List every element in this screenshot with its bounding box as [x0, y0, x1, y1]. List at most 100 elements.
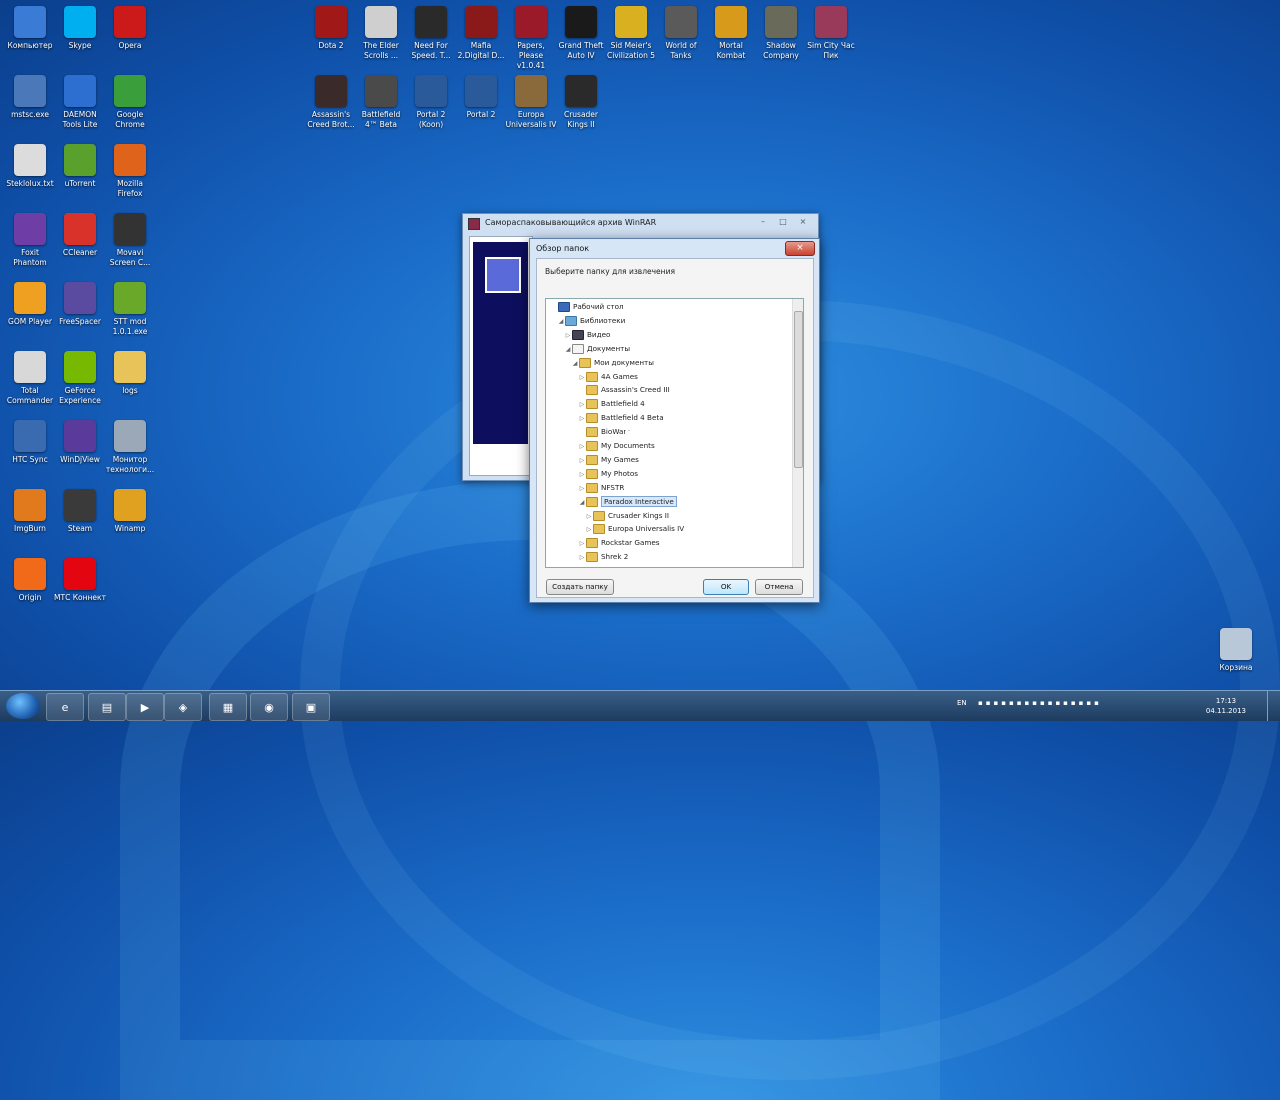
tree-item[interactable]: ◢ Мои документы — [571, 356, 654, 369]
start-button[interactable] — [6, 693, 40, 719]
desktop-icon[interactable]: STT mod 1.0.1.exe — [104, 282, 156, 337]
desktop-icon[interactable]: Mozilla Firefox — [104, 144, 156, 199]
desktop-icon[interactable]: Shadow Company — [755, 6, 807, 61]
media-player-icon[interactable]: ▶ — [126, 693, 164, 721]
show-desktop-button[interactable] — [1267, 691, 1280, 721]
dialog-close-button[interactable]: × — [785, 241, 815, 256]
desktop-icon[interactable]: Sim City Час Пик — [805, 6, 857, 61]
tree-item[interactable]: Рабочий стол — [550, 300, 624, 313]
expand-arrow-icon[interactable]: ▷ — [585, 523, 593, 536]
desktop-icon[interactable]: CCleaner — [54, 213, 106, 258]
desktop-icon[interactable]: ImgBurn — [4, 489, 56, 534]
tree-item[interactable]: ▷ My Documents — [578, 439, 655, 452]
tree-item[interactable]: Assassin's Creed III — [578, 383, 670, 396]
desktop-icon[interactable]: Movavi Screen C... — [104, 213, 156, 268]
desktop-icon[interactable]: mstsc.exe — [4, 75, 56, 120]
desktop-icon[interactable]: logs — [104, 351, 156, 396]
hdd-tool-icon[interactable]: ◈ — [164, 693, 202, 721]
desktop-icon[interactable]: Winamp — [104, 489, 156, 534]
desktop-icon[interactable]: Portal 2 (Koon) — [405, 75, 457, 130]
expand-arrow-icon[interactable]: ◢ — [564, 343, 572, 356]
expand-arrow-icon[interactable]: ▷ — [578, 551, 586, 564]
scrollbar-thumb[interactable] — [794, 311, 803, 468]
expand-arrow-icon[interactable]: ◢ — [571, 357, 579, 370]
tree-item[interactable]: ▷ Battlefield 4 Beta — [578, 411, 664, 424]
tree-item[interactable]: ▷ My Games — [578, 453, 639, 466]
tree-item[interactable]: ▷ My Photos — [578, 467, 638, 480]
desktop-icon[interactable]: World of Tanks — [655, 6, 707, 61]
desktop-icon[interactable]: Grand Theft Auto IV — [555, 6, 607, 61]
tree-item[interactable]: ▷ Europa Universalis IV — [585, 522, 684, 535]
desktop-icon[interactable]: GOM Player — [4, 282, 56, 327]
browse-folder-dialog[interactable]: Обзор папок × Выберите папку для извлече… — [529, 238, 820, 603]
desktop-icon[interactable]: DAEMON Tools Lite — [54, 75, 106, 130]
expand-arrow-icon[interactable]: ▷ — [578, 440, 586, 453]
maximize-button[interactable]: □ — [774, 216, 792, 228]
desktop-icon[interactable]: Stekloluх.txt — [4, 144, 56, 189]
tree-item[interactable]: ▷ Crusader Kings II — [585, 509, 669, 522]
language-indicator[interactable]: EN — [957, 699, 967, 707]
expand-arrow-icon[interactable]: ▷ — [585, 510, 593, 523]
desktop-icon[interactable]: Europa Universalis IV — [505, 75, 557, 130]
explorer-icon[interactable]: ▤ — [88, 693, 126, 721]
desktop-icon[interactable]: Total Commander — [4, 351, 56, 406]
tree-item[interactable]: ▷ NFSTR — [578, 481, 624, 494]
tree-item[interactable]: BioWare — [578, 425, 631, 438]
desktop-icon[interactable]: Papers, Please v1.0.41 — [505, 6, 557, 71]
folder-tree[interactable]: Рабочий стол ◢ Библиотеки ▷ Видео ◢ Документы ◢… — [545, 298, 804, 568]
expand-arrow-icon[interactable]: ▷ — [578, 454, 586, 467]
tree-item[interactable]: ▷ Battlefield 4 — [578, 397, 645, 410]
system-tray-icons[interactable]: ▪▪▪▪▪▪▪▪▪▪▪▪▪▪▪▪ — [978, 699, 1102, 707]
desktop-icon[interactable]: Монитор технологи... — [104, 420, 156, 475]
desktop-icon[interactable]: WinDjView — [54, 420, 106, 465]
ie-icon[interactable]: e — [46, 693, 84, 721]
desktop-icon[interactable]: Mortal Kombat — [705, 6, 757, 61]
desktop-icon[interactable]: uTorrent — [54, 144, 106, 189]
chrome-icon[interactable]: ◉ — [250, 693, 288, 721]
clock[interactable]: 17:13 04.11.2013 — [1206, 696, 1246, 716]
winrar-icon[interactable]: ▣ — [292, 693, 330, 721]
minimize-button[interactable]: – — [754, 216, 772, 228]
desktop-icon[interactable]: Dota 2 — [305, 6, 357, 51]
desktop-icon[interactable]: Google Chrome — [104, 75, 156, 130]
expand-arrow-icon[interactable]: ▷ — [578, 398, 586, 411]
desktop-icon[interactable]: Sid Meier's Civilization 5 — [605, 6, 657, 61]
tree-item[interactable]: ▷ Shrek 2 — [578, 550, 628, 563]
tree-scrollbar[interactable] — [792, 299, 803, 567]
desktop-icon[interactable]: FreeSpacer — [54, 282, 106, 327]
desktop-icon[interactable]: Origin — [4, 558, 56, 603]
apps-grid-icon[interactable]: ▦ — [209, 693, 247, 721]
tree-item[interactable]: ◢ Paradox Interactive — [578, 495, 677, 508]
tree-item[interactable]: ▷ Rockstar Games — [578, 536, 660, 549]
ok-button[interactable]: OK — [703, 579, 749, 595]
desktop-icon[interactable]: Assassin's Creed Brot... — [305, 75, 357, 130]
expand-arrow-icon[interactable]: ▷ — [578, 537, 586, 550]
expand-arrow-icon[interactable]: ▷ — [578, 482, 586, 495]
desktop-icon[interactable]: HTC Sync — [4, 420, 56, 465]
expand-arrow-icon[interactable]: ▷ — [564, 329, 572, 342]
tree-item[interactable]: ▷ 4A Games — [578, 370, 638, 383]
desktop-icon[interactable]: Skype — [54, 6, 106, 51]
desktop-icon[interactable]: МТС Коннект — [54, 558, 106, 603]
desktop-icon[interactable]: Mafia 2.Digital D... — [455, 6, 507, 61]
close-button[interactable]: × — [794, 216, 812, 228]
expand-arrow-icon[interactable]: ◢ — [557, 315, 565, 328]
expand-arrow-icon[interactable]: ▷ — [578, 468, 586, 481]
desktop-icon[interactable]: Opera — [104, 6, 156, 51]
desktop-icon[interactable]: Portal 2 — [455, 75, 507, 120]
tree-item[interactable]: ◢ Документы — [564, 342, 630, 355]
desktop-icon[interactable]: Компьютер — [4, 6, 56, 51]
desktop-icon[interactable]: Battlefield 4™ Beta — [355, 75, 407, 130]
cancel-button[interactable]: Отмена — [755, 579, 803, 595]
tree-item[interactable]: ◢ Библиотеки — [557, 314, 625, 327]
expand-arrow-icon[interactable]: ▷ — [578, 371, 586, 384]
desktop-icon[interactable]: Need For Speed. T... — [405, 6, 457, 61]
desktop-icon[interactable]: The Elder Scrolls ... — [355, 6, 407, 61]
expand-arrow-icon[interactable]: ▷ — [578, 412, 586, 425]
desktop-icon[interactable]: Steam — [54, 489, 106, 534]
desktop-icon[interactable]: Foxit Phantom — [4, 213, 56, 268]
tree-item[interactable]: ▷ Видео — [564, 328, 610, 341]
desktop-icon[interactable]: Crusader Kings II — [555, 75, 607, 130]
desktop-icon[interactable]: Корзина — [1210, 628, 1262, 673]
desktop-icon[interactable]: GeForce Experience — [54, 351, 106, 406]
